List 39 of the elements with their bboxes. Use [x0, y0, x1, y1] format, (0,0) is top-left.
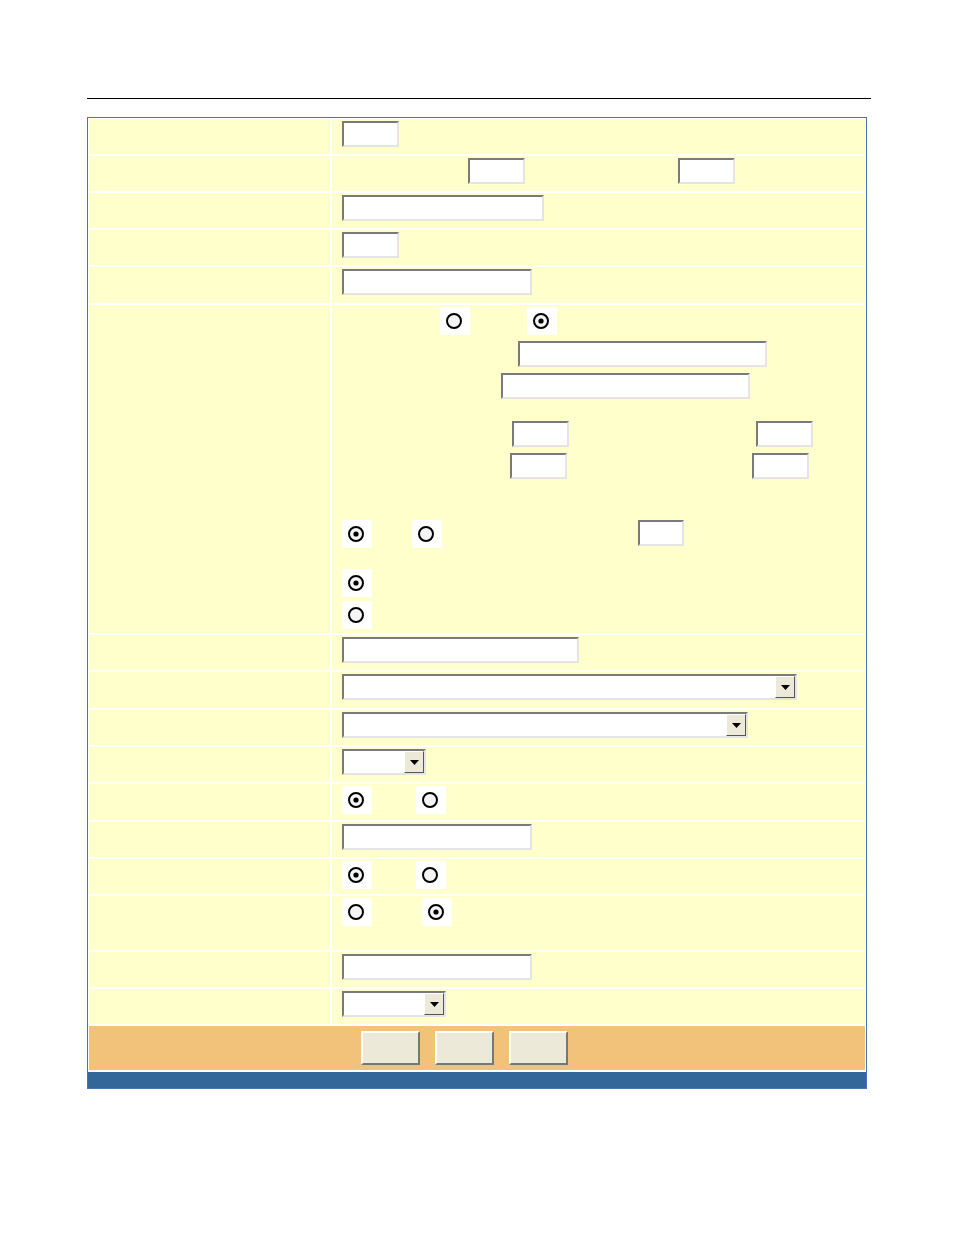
- radio-button[interactable]: [348, 904, 364, 920]
- radio-button[interactable]: [422, 867, 438, 883]
- input-field[interactable]: [468, 158, 525, 184]
- radio-button[interactable]: [428, 904, 444, 920]
- caret-icon: [409, 759, 419, 765]
- radio-button[interactable]: [348, 607, 364, 623]
- input-field[interactable]: [518, 341, 767, 367]
- input-field[interactable]: [756, 421, 813, 447]
- input-field[interactable]: [342, 954, 532, 980]
- radio-button[interactable]: [348, 575, 364, 591]
- input-field[interactable]: [512, 421, 569, 447]
- input-field[interactable]: [342, 824, 532, 850]
- input-field[interactable]: [501, 373, 750, 399]
- input-field[interactable]: [678, 158, 735, 184]
- dropdown-field[interactable]: [342, 674, 797, 700]
- radio-button[interactable]: [418, 526, 434, 542]
- input-field[interactable]: [342, 195, 544, 221]
- radio-button[interactable]: [348, 526, 364, 542]
- form-button[interactable]: [435, 1031, 494, 1065]
- dropdown-field[interactable]: [342, 749, 426, 775]
- radio-button[interactable]: [422, 792, 438, 808]
- radio-button[interactable]: [348, 792, 364, 808]
- caret-icon: [780, 684, 790, 690]
- form-button[interactable]: [361, 1031, 420, 1065]
- input-field[interactable]: [342, 232, 399, 258]
- input-field[interactable]: [342, 121, 399, 147]
- dropdown-field[interactable]: [342, 712, 748, 738]
- caret-icon: [731, 722, 741, 728]
- input-field[interactable]: [342, 269, 532, 295]
- input-field[interactable]: [752, 453, 809, 479]
- input-field[interactable]: [638, 520, 684, 546]
- radio-button[interactable]: [446, 313, 462, 329]
- input-field[interactable]: [510, 453, 567, 479]
- caret-icon: [429, 1001, 439, 1007]
- form-button[interactable]: [509, 1031, 568, 1065]
- radio-button[interactable]: [348, 867, 364, 883]
- radio-button[interactable]: [533, 313, 549, 329]
- input-field[interactable]: [342, 637, 579, 663]
- dropdown-field[interactable]: [342, 991, 446, 1017]
